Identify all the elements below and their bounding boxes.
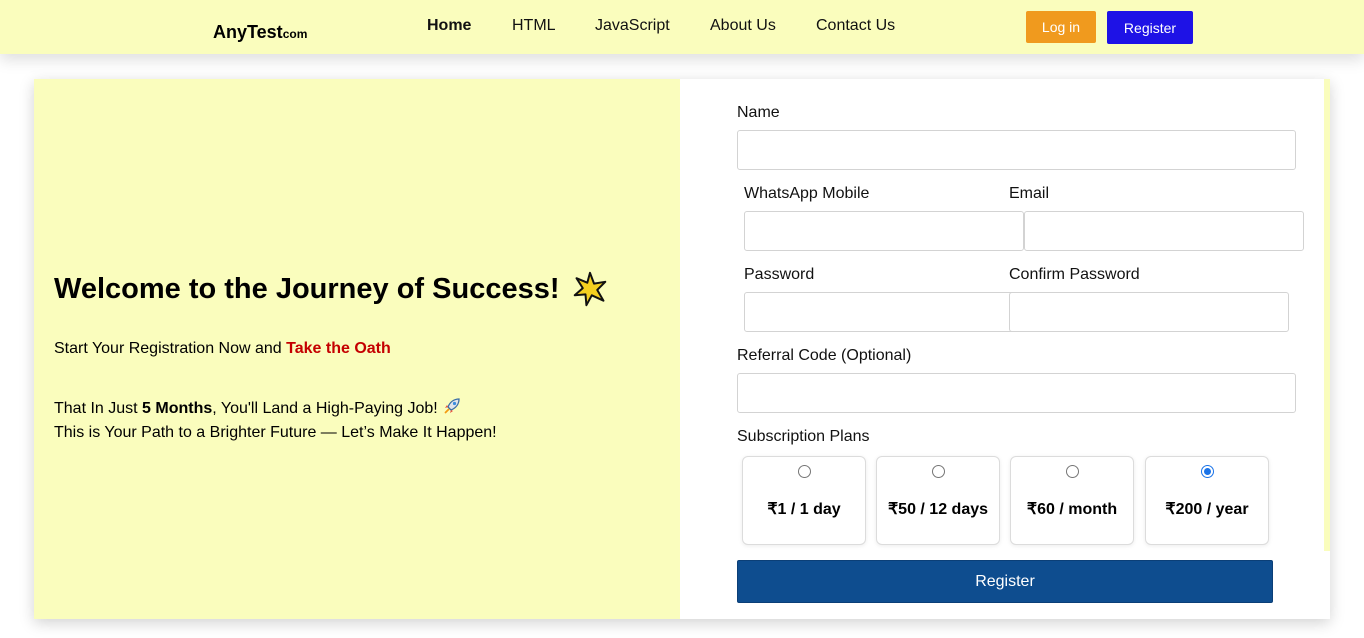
nav-home[interactable]: Home [427,17,471,35]
plan-label: ₹200 / year [1165,501,1249,518]
welcome-heading: Welcome to the Journey of Success! [54,271,608,307]
plan-option-year[interactable]: ₹200 / year [1145,456,1269,545]
confirm-password-input[interactable] [1009,292,1289,332]
promise-suffix: , You'll Land a High-Paying Job! [212,400,438,417]
referral-label: Referral Code (Optional) [737,347,912,364]
confirm-password-label: Confirm Password [1009,266,1140,283]
plan-option-1-day[interactable]: ₹1 / 1 day [742,456,866,545]
promise-prefix: That In Just [54,400,143,417]
login-button[interactable]: Log in [1026,11,1096,43]
registration-line: Start Your Registration Now and Take the… [54,340,391,358]
name-input[interactable] [737,130,1296,170]
registration-text: Start Your Registration Now and [54,340,287,357]
email-input[interactable] [1024,211,1304,251]
referral-input[interactable] [737,373,1296,413]
welcome-title: Welcome to the Journey of Success! [54,272,560,305]
logo-text: AnyTest [213,22,283,42]
months-bold: 5 Months [142,400,213,417]
name-label: Name [737,104,780,121]
plan-label: ₹60 / month [1026,501,1118,518]
registration-card: Welcome to the Journey of Success! Start… [34,79,1330,619]
plan-radio[interactable] [798,465,811,478]
register-submit-button[interactable]: Register [737,560,1273,603]
promise-line-1: That In Just 5 Months, You'll Land a Hig… [54,396,497,421]
whatsapp-input[interactable] [744,211,1024,251]
rocket-icon [444,398,460,414]
promise-line-2: This is Your Path to a Brighter Future —… [54,424,497,441]
take-oath-text: Take the Oath [286,340,391,357]
welcome-panel: Welcome to the Journey of Success! Start… [34,79,680,619]
star-icon [573,271,606,307]
card-edge-strip [1324,79,1330,551]
site-logo[interactable]: AnyTestcom [213,22,307,43]
plan-radio[interactable] [932,465,945,478]
logo-suffix: com [282,27,308,41]
plan-radio[interactable] [1066,465,1079,478]
header-register-button[interactable]: Register [1107,11,1193,44]
password-label: Password [744,266,815,283]
plans-label: Subscription Plans [737,428,870,445]
plan-label: ₹1 / 1 day [767,501,841,518]
plan-radio-selected[interactable] [1201,465,1214,478]
password-input[interactable] [744,292,1024,332]
plan-option-month[interactable]: ₹60 / month [1010,456,1134,545]
plan-label: ₹50 / 12 days [887,501,989,518]
whatsapp-label: WhatsApp Mobile [744,185,870,202]
nav-javascript[interactable]: JavaScript [595,17,670,35]
nav-about-us[interactable]: About Us [710,17,776,35]
promise-text: That In Just 5 Months, You'll Land a Hig… [54,396,497,445]
top-navbar: AnyTestcom Home HTML JavaScript About Us… [0,0,1364,54]
nav-contact-us[interactable]: Contact Us [816,17,895,35]
nav-html[interactable]: HTML [512,17,556,35]
email-label: Email [1009,185,1050,202]
plan-option-12-days[interactable]: ₹50 / 12 days [876,456,1000,545]
